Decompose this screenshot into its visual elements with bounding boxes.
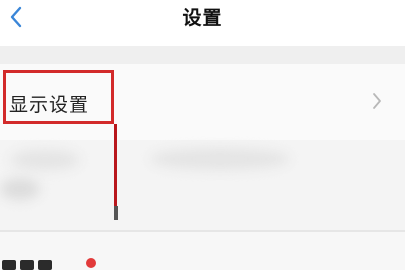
notification-dot bbox=[86, 258, 96, 268]
next-settings-row[interactable] bbox=[0, 232, 405, 270]
section-gap bbox=[0, 46, 405, 64]
blurred-content bbox=[10, 150, 80, 170]
blurred-content bbox=[0, 178, 40, 200]
pointer-tip bbox=[114, 206, 118, 220]
blurred-content bbox=[150, 148, 290, 170]
nav-bar: 设置 bbox=[0, 0, 405, 46]
highlight-box bbox=[3, 70, 114, 124]
cropped-label bbox=[2, 254, 62, 270]
page-title: 设置 bbox=[182, 7, 223, 29]
chevron-right-icon bbox=[373, 93, 381, 109]
